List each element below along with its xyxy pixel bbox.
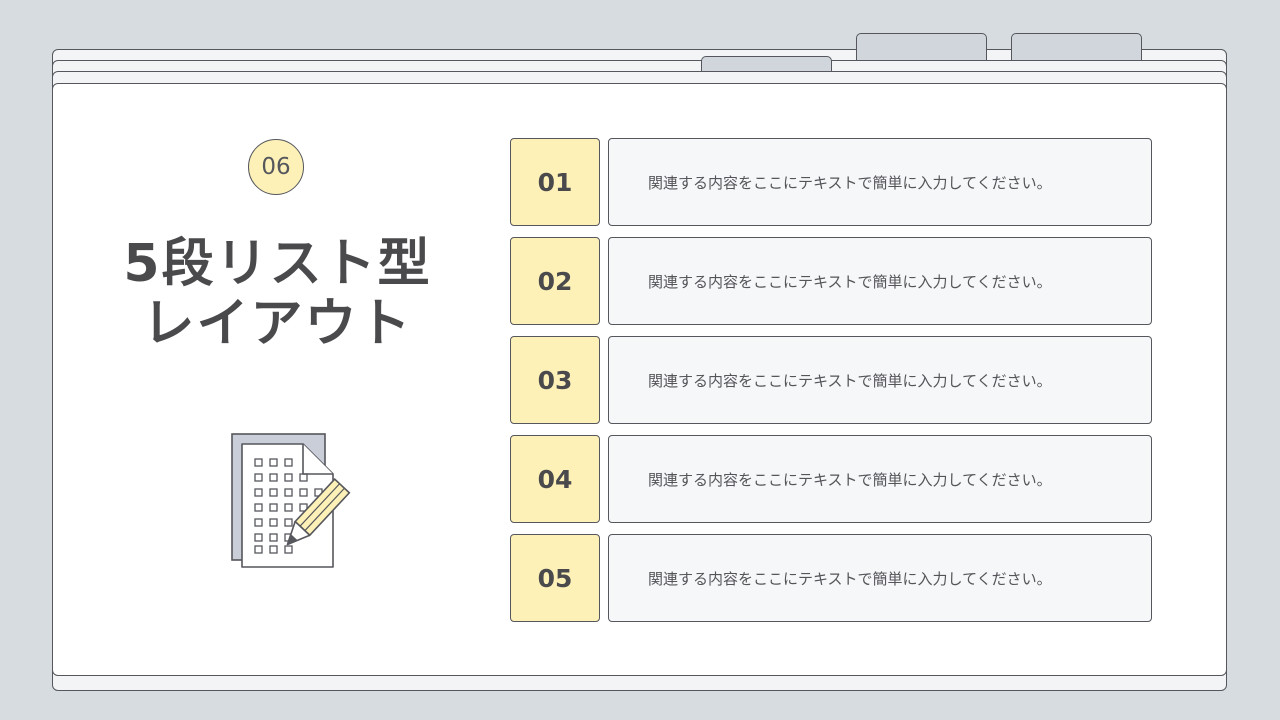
list-item-number: 03: [510, 336, 600, 424]
slide-title-line-1: 5段リスト型: [123, 234, 432, 294]
list-item-text: 関連する内容をここにテキストで簡単に入力してください。: [608, 138, 1152, 226]
section-number-badge: 06: [248, 139, 304, 195]
list-item-text: 関連する内容をここにテキストで簡単に入力してください。: [608, 534, 1152, 622]
list-item-number: 01: [510, 138, 600, 226]
list-item-number: 04: [510, 435, 600, 523]
list-item: 05 関連する内容をここにテキストで簡単に入力してください。: [510, 534, 1152, 622]
slide-title: 5段リスト型 レイアウト: [80, 234, 475, 354]
list-item: 02 関連する内容をここにテキストで簡単に入力してください。: [510, 237, 1152, 325]
list-item-text: 関連する内容をここにテキストで簡単に入力してください。: [608, 237, 1152, 325]
list-item-number: 05: [510, 534, 600, 622]
list-item-number: 02: [510, 237, 600, 325]
list-item: 03 関連する内容をここにテキストで簡単に入力してください。: [510, 336, 1152, 424]
list-item: 01 関連する内容をここにテキストで簡単に入力してください。: [510, 138, 1152, 226]
list-item: 04 関連する内容をここにテキストで簡単に入力してください。: [510, 435, 1152, 523]
numbered-list: 01 関連する内容をここにテキストで簡単に入力してください。 02 関連する内容…: [510, 138, 1152, 633]
list-item-text: 関連する内容をここにテキストで簡単に入力してください。: [608, 336, 1152, 424]
slide-title-line-2: レイアウト: [142, 294, 413, 354]
list-item-text: 関連する内容をここにテキストで簡単に入力してください。: [608, 435, 1152, 523]
page-background: { "slide": { "badge": "06", "title_line1…: [0, 0, 1280, 720]
document-with-pencil-icon: [231, 433, 351, 568]
